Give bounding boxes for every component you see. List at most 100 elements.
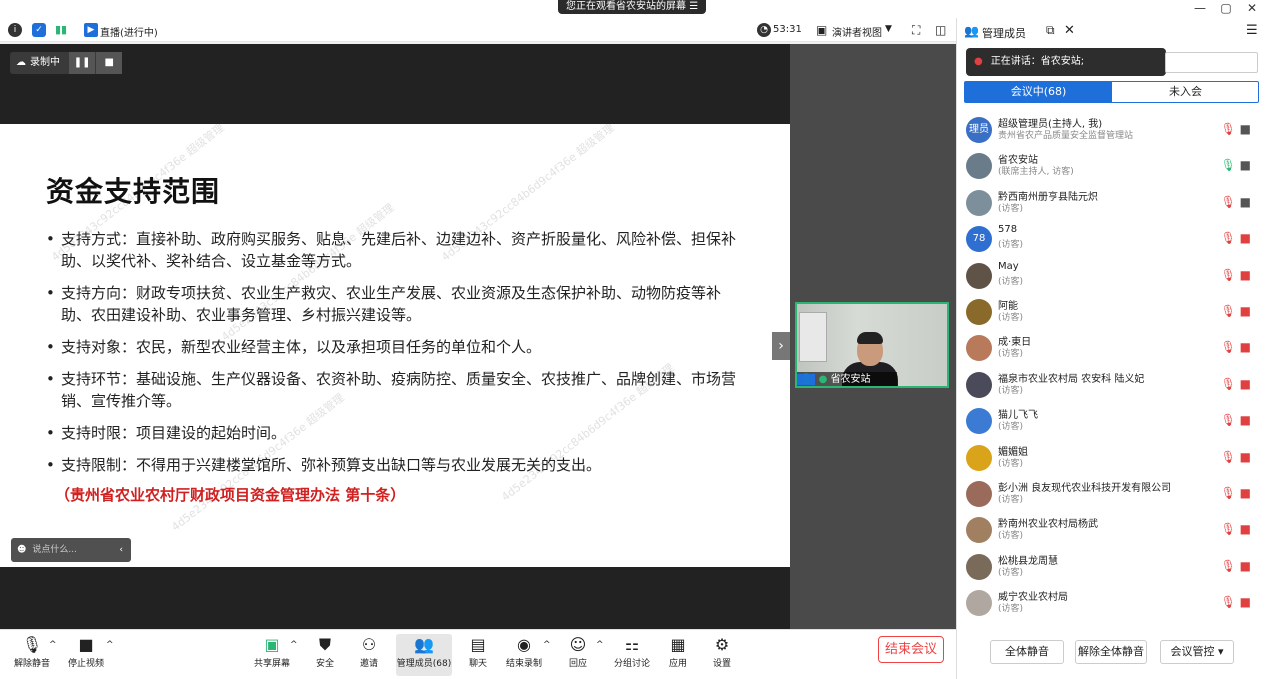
member-row[interactable]: 福泉市农业农村局 农安科 陆义妃 (访客) 🎙 ■ [964,367,1259,403]
chevron-left-icon[interactable]: ‹ [119,538,123,562]
member-row[interactable]: 黔南州农业农村局杨武 (访客) 🎙 ■ [964,512,1259,548]
member-row[interactable]: 彭小洲 良友现代农业科技开发有限公司 (访客) 🎙 ■ [964,476,1259,512]
chevron-right-icon[interactable]: › [772,332,790,360]
menu-icon[interactable]: ☰ [689,1,698,12]
chevron-down-icon[interactable]: ▼ [885,24,892,34]
meeting-controls-dropdown[interactable]: 会议管控 ▾ [1160,640,1234,664]
chevron-up-icon[interactable]: ^ [543,640,551,650]
chevron-up-icon[interactable]: ^ [596,640,604,650]
shield-icon[interactable]: ✓ [32,23,46,37]
stop-recording-button[interactable]: ■ [96,52,123,74]
camera-icon[interactable]: ■ [1236,195,1251,209]
restore-button[interactable]: ▢ [1216,0,1236,16]
mic-off-icon[interactable]: 🎙 [1221,413,1236,427]
info-icon[interactable]: i [8,23,22,37]
chat-button[interactable]: ▤ 聊天 [454,634,502,676]
camera-off-icon[interactable]: ■ [1236,413,1251,427]
stop-video-button[interactable]: ■ 停止视频 [62,634,110,676]
member-row[interactable]: 成·東日 (访客) 🎙 ■ [964,330,1259,366]
signal-icon[interactable]: ▮▮ [55,23,67,36]
reactions-button[interactable]: ☺ 回应 [554,634,602,676]
member-row[interactable]: 78 578 (访客) 🎙 ■ [964,221,1259,257]
tab-not-joined[interactable]: 未入会 [1112,82,1259,102]
mic-off-icon[interactable]: 🎙 [1221,595,1236,609]
video-caption: 👤 ● 省农安站 [797,372,897,386]
member-row[interactable]: 威宁农业农村局 (访客) 🎙 ■ [964,585,1259,621]
member-row[interactable]: 黔西南州册亨县陆元炽 (访客) 🎙 ■ [964,185,1259,221]
camera-off-icon[interactable]: ■ [1236,486,1251,500]
mic-off-icon[interactable]: 🎙 [1221,122,1236,136]
mic-off-icon[interactable]: 🎙 [1221,268,1236,282]
camera-icon[interactable]: ■ [1236,122,1251,136]
mic-off-icon[interactable]: 🎙 [1221,304,1236,318]
pause-recording-button[interactable]: ❚❚ [69,52,96,74]
apps-button[interactable]: ▦ 应用 [654,634,702,676]
mic-off-icon[interactable]: 🎙 [1221,377,1236,391]
member-status-icons: 🎙 ■ [1221,559,1251,573]
mic-off-icon[interactable]: 🎙 [1221,450,1236,464]
camera-off-icon[interactable]: ■ [1236,340,1251,354]
mic-off-icon[interactable]: 🎙 [1221,522,1236,536]
chevron-up-icon[interactable]: ^ [49,640,57,650]
breakout-button[interactable]: ⚏ 分组讨论 [608,634,656,676]
security-button[interactable]: ⛊ 安全 [301,634,349,676]
live-status[interactable]: 直播(进行中) [100,24,158,39]
chevron-up-icon[interactable]: ^ [106,640,114,650]
share-screen-button[interactable]: ▣ 共享屏幕 [248,634,296,676]
minimize-button[interactable]: — [1190,0,1210,16]
chevron-up-icon[interactable]: ^ [290,640,298,650]
end-recording-button[interactable]: ◉ 结束录制 [500,634,548,676]
camera-off-icon[interactable]: ■ [1236,304,1251,318]
video-tile[interactable]: 👤 ● 省农安站 [795,302,949,388]
breakout-icon: ⚏ [624,635,640,654]
mic-off-icon[interactable]: 🎙 [1221,340,1236,354]
avatar [966,553,992,580]
camera-off-icon[interactable]: ■ [1236,559,1251,573]
close-button[interactable]: ✕ [1242,0,1262,16]
member-role: (访客) [998,531,1024,542]
emoji-icon[interactable]: ☻ [11,545,32,555]
chat-input[interactable]: ☻ 说点什么... ‹ [11,538,131,562]
camera-off-icon[interactable]: ■ [1236,377,1251,391]
member-row[interactable]: 省农安站 (联席主持人, 访客) 🎙 ■ [964,148,1259,184]
member-row[interactable]: 阿能 (访客) 🎙 ■ [964,294,1259,330]
popout-icon[interactable]: ⧉ [1046,23,1055,38]
members-button[interactable]: 👥 管理成员(68) [396,634,452,676]
tab-in-meeting[interactable]: 会议中(68) [965,82,1112,102]
member-row[interactable]: 理员 超级管理员(主持人, 我) 贵州省农产品质量安全监督管理站 🎙 ■ [964,112,1259,148]
member-search-input[interactable] [1165,52,1258,73]
camera-off-icon[interactable]: ■ [1236,268,1251,282]
camera-off-icon[interactable]: ■ [1236,450,1251,464]
settings-button[interactable]: ⚙ 设置 [698,634,746,676]
slide-title: 资金支持范围 [46,175,221,208]
bullet-item: • 支持对象：农民，新型农业经营主体，以及承担项目任务的单位和个人。 [46,338,542,356]
camera-icon[interactable]: ■ [1236,158,1251,172]
more-menu-icon[interactable]: ☰ [1246,23,1258,38]
screen-share-banner[interactable]: 您正在观看省农安站的屏幕 ☰ [558,0,707,14]
mic-off-icon[interactable]: 🎙 [1221,231,1236,245]
stop-video-label: 停止视频 [67,659,104,669]
unmute-all-button[interactable]: 解除全体静音 [1075,640,1147,664]
member-status-icons: 🎙 ■ [1221,231,1251,245]
mute-all-button[interactable]: 全体静音 [990,640,1064,664]
close-icon[interactable]: ✕ [1064,23,1075,38]
view-mode-dropdown[interactable]: 演讲者视图 [832,24,882,39]
member-row[interactable]: 媚媚姐 (访客) 🎙 ■ [964,440,1259,476]
mic-off-icon[interactable]: 🎙 [1221,559,1236,573]
sidebar-toggle-icon[interactable]: ◫ [935,23,946,37]
mic-off-icon[interactable]: 🎙 [1221,486,1236,500]
mic-off-icon[interactable]: 🎙 [1221,195,1236,209]
end-meeting-button[interactable]: 结束会议 [878,636,944,663]
member-row[interactable]: May (访客) 🎙 ■ [964,258,1259,294]
member-row[interactable]: 松桃县龙周慧 (访客) 🎙 ■ [964,549,1259,585]
invite-button[interactable]: ⚇ 邀请 [345,634,393,676]
camera-off-icon[interactable]: ■ [1236,595,1251,609]
camera-off-icon[interactable]: ■ [1236,231,1251,245]
member-status-icons: 🎙 ■ [1221,413,1251,427]
camera-off-icon[interactable]: ■ [1236,522,1251,536]
member-row[interactable]: 猫儿飞飞 (访客) 🎙 ■ [964,403,1259,439]
mic-on-icon[interactable]: 🎙 [1221,158,1236,172]
member-status-icons: 🎙 ■ [1221,122,1251,136]
fullscreen-icon[interactable]: ⛶ [912,23,920,38]
gear-icon: ⚙ [714,635,730,654]
